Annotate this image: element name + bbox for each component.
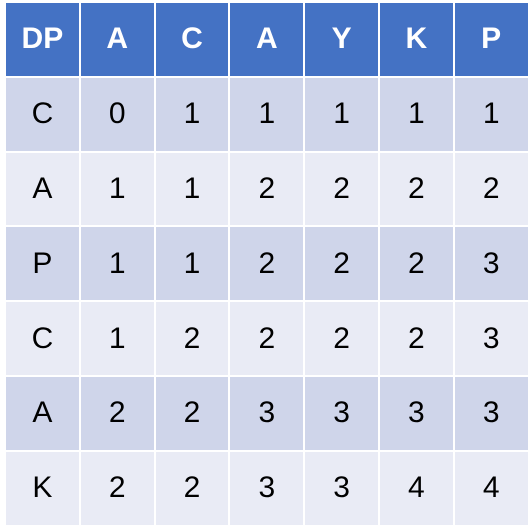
table-cell: 2 bbox=[377, 225, 455, 303]
table-cell: 1 bbox=[78, 225, 156, 303]
table-cell: 2 bbox=[452, 150, 530, 228]
dp-table-container: DP A C A Y K P C 0 1 1 1 1 1 A 1 1 2 2 2… bbox=[4, 1, 530, 527]
table-cell: 3 bbox=[228, 449, 306, 527]
table-cell: 1 bbox=[78, 150, 156, 228]
table-row: C 0 1 1 1 1 1 bbox=[4, 75, 530, 153]
table-cell: 3 bbox=[228, 374, 306, 452]
table-cell: 4 bbox=[452, 449, 530, 527]
dp-table-header: DP A C A Y K P bbox=[4, 1, 530, 78]
table-cell: 4 bbox=[377, 449, 455, 527]
table-cell: 2 bbox=[153, 449, 231, 527]
table-cell: 2 bbox=[377, 300, 455, 377]
dp-table: DP A C A Y K P C 0 1 1 1 1 1 A 1 1 2 2 2… bbox=[4, 1, 530, 527]
row-label: A bbox=[4, 374, 81, 452]
table-cell: 2 bbox=[377, 150, 455, 228]
header-cell-corner: DP bbox=[4, 1, 81, 78]
header-cell-col-6: P bbox=[452, 1, 530, 78]
header-cell-col-1: A bbox=[78, 1, 156, 78]
table-cell: 2 bbox=[153, 374, 231, 452]
table-cell: 2 bbox=[153, 300, 231, 377]
table-cell: 2 bbox=[303, 300, 380, 377]
table-row: K 2 2 3 3 4 4 bbox=[4, 449, 530, 527]
table-cell: 2 bbox=[303, 225, 380, 303]
table-cell: 3 bbox=[377, 374, 455, 452]
table-cell: 3 bbox=[452, 374, 530, 452]
table-cell: 0 bbox=[78, 75, 156, 153]
table-row: A 2 2 3 3 3 3 bbox=[4, 374, 530, 452]
header-cell-col-2: C bbox=[153, 1, 231, 78]
table-cell: 2 bbox=[228, 150, 306, 228]
table-cell: 2 bbox=[228, 300, 306, 377]
row-label: C bbox=[4, 75, 81, 153]
row-label: A bbox=[4, 150, 81, 228]
table-cell: 3 bbox=[452, 225, 530, 303]
table-cell: 3 bbox=[452, 300, 530, 377]
table-row: A 1 1 2 2 2 2 bbox=[4, 150, 530, 228]
header-cell-col-3: A bbox=[228, 1, 306, 78]
table-cell: 2 bbox=[303, 150, 380, 228]
header-cell-col-5: K bbox=[377, 1, 455, 78]
table-cell: 3 bbox=[303, 374, 380, 452]
table-cell: 1 bbox=[377, 75, 455, 153]
row-label: K bbox=[4, 449, 81, 527]
table-cell: 1 bbox=[153, 225, 231, 303]
table-cell: 2 bbox=[78, 449, 156, 527]
dp-table-body: C 0 1 1 1 1 1 A 1 1 2 2 2 2 P 1 1 2 2 2 … bbox=[4, 75, 530, 527]
header-cell-col-4: Y bbox=[303, 1, 380, 78]
table-cell: 1 bbox=[153, 75, 231, 153]
row-label: P bbox=[4, 225, 81, 303]
table-cell: 1 bbox=[303, 75, 380, 153]
table-cell: 2 bbox=[228, 225, 306, 303]
row-label: C bbox=[4, 300, 81, 377]
table-row: P 1 1 2 2 2 3 bbox=[4, 225, 530, 303]
table-row: C 1 2 2 2 2 3 bbox=[4, 300, 530, 377]
table-cell: 2 bbox=[78, 374, 156, 452]
table-cell: 1 bbox=[228, 75, 306, 153]
header-row: DP A C A Y K P bbox=[4, 1, 530, 78]
table-cell: 3 bbox=[303, 449, 380, 527]
table-cell: 1 bbox=[452, 75, 530, 153]
table-cell: 1 bbox=[153, 150, 231, 228]
table-cell: 1 bbox=[78, 300, 156, 377]
